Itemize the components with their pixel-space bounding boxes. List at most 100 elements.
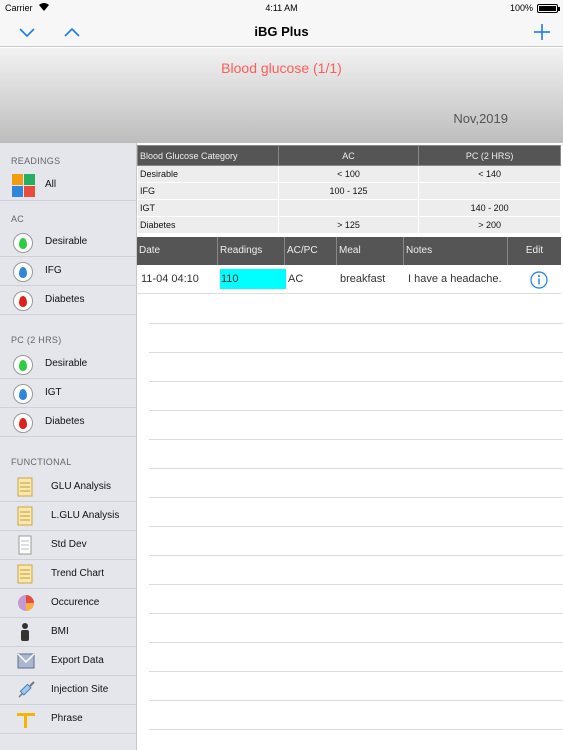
battery-icon [537, 4, 560, 13]
table-cell: > 200 [418, 216, 561, 234]
sidebar-item-ac-diabetes[interactable]: Diabetes [0, 286, 136, 315]
sidebar-item-occurence[interactable]: Occurence [0, 589, 136, 618]
sidebar-item-std-dev[interactable]: Std Dev [0, 531, 136, 560]
column-header: Meal [337, 237, 404, 265]
column-header: Edit [525, 245, 544, 256]
empty-row-line [149, 584, 563, 585]
readings-table-header: Date Readings AC/PC Meal Notes Edit [137, 237, 561, 265]
notepad-icon [16, 506, 36, 526]
sidebar-item-label: BMI [51, 626, 69, 637]
column-header: PC (2 HRS) [418, 145, 561, 166]
section-header-pc: PC (2 HRS) [11, 335, 62, 345]
section-header-ac: AC [11, 214, 25, 224]
table-cell: Diabetes [137, 216, 279, 234]
notepad-icon [16, 564, 36, 584]
table-row: IFG 100 - 125 [137, 182, 561, 200]
reading-notes: I have a headache. [408, 273, 502, 285]
empty-row-line [149, 439, 563, 440]
sidebar-item-pc-desirable[interactable]: Desirable [0, 350, 136, 379]
navigation-bar: iBG Plus [0, 17, 563, 47]
sidebar-item-trend-chart[interactable]: Trend Chart [0, 560, 136, 589]
green-drop-icon [13, 233, 33, 253]
table-row: Desirable < 100 < 140 [137, 165, 561, 183]
status-bar: Carrier 4:11 AM 100% [0, 0, 563, 17]
info-icon[interactable] [530, 271, 548, 300]
sidebar-item-ac-ifg[interactable]: IFG [0, 257, 136, 286]
table-cell [277, 199, 420, 217]
table-cell: IFG [137, 182, 279, 200]
color-grid-icon [12, 174, 35, 197]
column-header: AC/PC [285, 237, 337, 265]
sidebar-item-label: Std Dev [51, 539, 87, 550]
sidebar-item-label: Export Data [51, 655, 104, 666]
empty-row-line [149, 352, 563, 353]
sidebar-item-label: L.GLU Analysis [51, 510, 120, 521]
empty-row-line [149, 613, 563, 614]
red-drop-icon [13, 413, 33, 433]
table-cell: 100 - 125 [277, 182, 420, 200]
table-cell: < 140 [418, 165, 561, 183]
sidebar-item-bmi[interactable]: BMI [0, 618, 136, 647]
empty-row-line [149, 410, 563, 411]
empty-row-line [149, 381, 563, 382]
report-title: Blood glucose (1/1) [221, 60, 342, 76]
sidebar: READINGS All AC Desirable IFG Diabetes P… [0, 143, 137, 750]
sidebar-item-glu-analysis[interactable]: GLU Analysis [0, 473, 136, 502]
empty-row-line [149, 700, 563, 701]
empty-row-line [149, 468, 563, 469]
empty-row-line [149, 642, 563, 643]
sidebar-item-label: GLU Analysis [51, 481, 112, 492]
category-table-header: Blood Glucose Category AC PC (2 HRS) [137, 145, 561, 166]
sidebar-item-all[interactable]: All [0, 170, 136, 201]
empty-row-line [149, 526, 563, 527]
readings-table: Date Readings AC/PC Meal Notes Edit 11-0… [137, 237, 561, 294]
empty-row-line [149, 497, 563, 498]
blue-drop-icon [13, 262, 33, 282]
empty-row-line [149, 323, 563, 324]
section-header-functional: FUNCTIONAL [11, 457, 72, 467]
sidebar-item-phrase[interactable]: Phrase [0, 705, 136, 734]
sidebar-item-label: Desirable [45, 236, 88, 247]
column-header: AC [277, 145, 420, 166]
empty-row-line [149, 671, 563, 672]
pie-chart-icon [16, 593, 36, 613]
sidebar-item-pc-igt[interactable]: IGT [0, 379, 136, 408]
sidebar-item-export-data[interactable]: Export Data [0, 647, 136, 676]
notepad-icon [16, 477, 36, 497]
plus-icon[interactable] [531, 21, 553, 43]
table-row[interactable]: 11-04 04:10 110 AC breakfast I have a he… [137, 265, 561, 294]
column-header: Date [137, 237, 218, 265]
sidebar-item-label: Trend Chart [51, 568, 104, 579]
reading-acpc: AC [288, 273, 304, 285]
syringe-icon [16, 680, 36, 700]
sidebar-item-label: Diabetes [45, 416, 85, 427]
red-drop-icon [13, 291, 33, 311]
note-icon [16, 709, 36, 729]
table-cell [418, 182, 561, 200]
status-time: 4:11 AM [265, 3, 298, 13]
category-table: Blood Glucose Category AC PC (2 HRS) Des… [137, 145, 561, 234]
sidebar-item-label: Diabetes [45, 294, 85, 305]
sidebar-item-label: Injection Site [51, 684, 109, 695]
empty-row-line [149, 729, 563, 730]
sidebar-item-l-glu-analysis[interactable]: L.GLU Analysis [0, 502, 136, 531]
sidebar-item-pc-diabetes[interactable]: Diabetes [0, 408, 136, 437]
section-header-readings: READINGS [11, 156, 61, 166]
report-month: Nov,2019 [453, 111, 508, 126]
sidebar-item-label: Occurence [51, 597, 100, 608]
reading-date: 11-04 04:10 [141, 273, 199, 285]
document-icon [16, 535, 36, 555]
envelope-icon [16, 651, 36, 671]
sidebar-item-label: Phrase [51, 713, 83, 724]
table-cell: IGT [137, 199, 279, 217]
app-title: iBG Plus [254, 24, 309, 39]
green-drop-icon [13, 355, 33, 375]
column-header: Notes [404, 237, 508, 265]
battery-percent: 100% [509, 3, 533, 13]
reading-value: 110 [220, 269, 286, 289]
sidebar-item-label: IFG [45, 265, 62, 276]
sidebar-item-injection-site[interactable]: Injection Site [0, 676, 136, 705]
table-cell: > 125 [277, 216, 420, 234]
sidebar-item-ac-desirable[interactable]: Desirable [0, 228, 136, 257]
sidebar-item-label: IGT [45, 387, 62, 398]
